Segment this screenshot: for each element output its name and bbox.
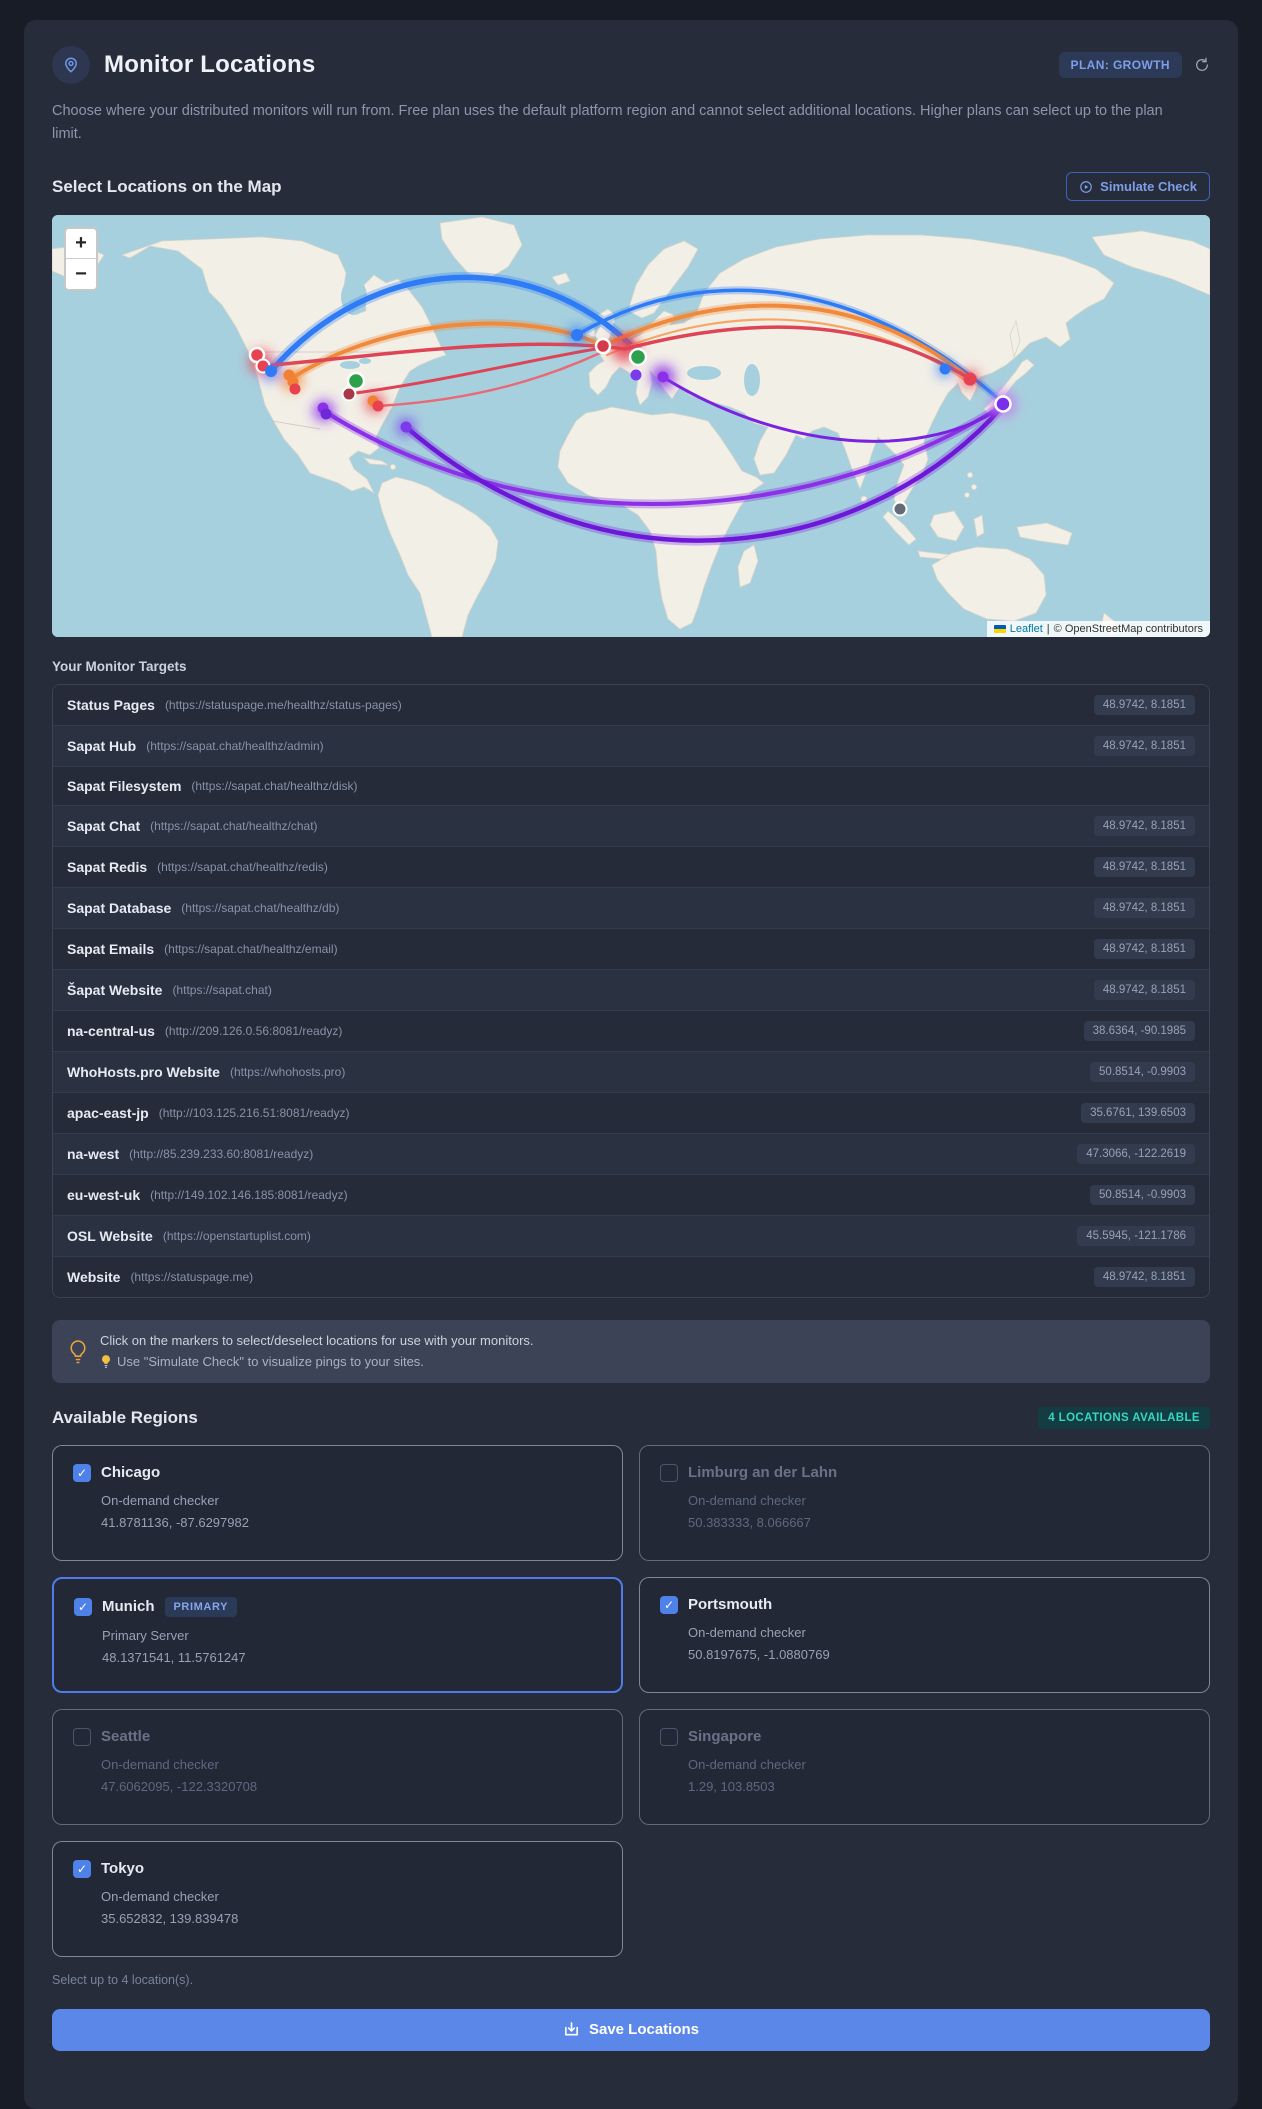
coords-badge: 48.9742, 8.1851 <box>1093 857 1195 878</box>
coords-badge: 47.3066, -122.2619 <box>1077 1144 1195 1165</box>
region-card-tokyo[interactable]: ✓ Tokyo On-demand checker 35.652832, 139… <box>52 1840 623 1957</box>
region-card-portsmouth[interactable]: ✓ Portsmouth On-demand checker 50.819767… <box>639 1576 1210 1693</box>
bulb-emoji-icon <box>102 1355 110 1369</box>
world-map[interactable]: + − Leaflet | © OpenStreetMap contributo… <box>52 215 1210 638</box>
ukraine-flag-icon <box>993 625 1006 634</box>
play-circle-icon <box>1080 181 1093 193</box>
marker-munich[interactable] <box>628 348 648 367</box>
tip-line-2: Use "Simulate Check" to visualize pings … <box>117 1353 424 1369</box>
coords-badge: 45.5945, -121.1786 <box>1077 1226 1195 1247</box>
target-row: na-west (http://85.239.233.60:8081/readyz… <box>53 1133 1209 1175</box>
marker-na-central[interactable] <box>341 386 357 402</box>
save-locations-button[interactable]: Save Locations <box>52 2008 1210 2051</box>
targets-list: Status Pages (https://statuspage.me/healt… <box>52 684 1210 1299</box>
target-row: eu-west-uk (http://149.102.146.185:8081/r… <box>53 1174 1209 1216</box>
selection-limit-note: Select up to 4 location(s). <box>52 1972 194 1987</box>
primary-badge: PRIMARY <box>164 1596 238 1617</box>
map-attribution: Leaflet | © OpenStreetMap contributors <box>986 621 1210 638</box>
coords-badge: 35.6761, 139.6503 <box>1081 1103 1195 1124</box>
target-row: Sapat Chat (https://sapat.chat/healthz/ch… <box>53 805 1209 847</box>
target-row: Website (https://statuspage.me) 48.9742, 8… <box>53 1256 1209 1298</box>
checkbox-unchecked[interactable] <box>660 1463 678 1482</box>
region-card-seattle[interactable]: Seattle On-demand checker 47.6062095, -1… <box>52 1708 623 1825</box>
map-section-title: Select Locations on the Map <box>52 176 282 196</box>
target-row: Sapat Redis (https://sapat.chat/healthz/r… <box>53 846 1209 888</box>
region-card-limburg[interactable]: Limburg an der Lahn On-demand checker 50… <box>639 1444 1210 1561</box>
checkbox-checked[interactable]: ✓ <box>73 1463 91 1482</box>
coords-badge: 48.9742, 8.1851 <box>1093 1267 1195 1288</box>
region-card-chicago[interactable]: ✓ Chicago On-demand checker 41.8781136, … <box>52 1444 623 1561</box>
coords-badge: 48.9742, 8.1851 <box>1093 980 1195 1001</box>
region-card-singapore[interactable]: Singapore On-demand checker 1.29, 103.85… <box>639 1708 1210 1825</box>
checkbox-checked[interactable]: ✓ <box>74 1597 92 1616</box>
marker-portsmouth[interactable] <box>594 338 612 355</box>
map-zoom-control: + − <box>64 227 98 292</box>
location-pin-icon <box>52 46 90 84</box>
page-header: Monitor Locations PLAN: GROWTH <box>52 46 1210 84</box>
coords-badge: 48.9742, 8.1851 <box>1093 939 1195 960</box>
coords-badge: 50.8514, -0.9903 <box>1090 1062 1195 1083</box>
target-row: WhoHosts.pro Website (https://whohosts.pr… <box>53 1051 1209 1093</box>
tip-box: Click on the markers to select/deselect … <box>52 1320 1210 1383</box>
target-row: Status Pages (https://statuspage.me/healt… <box>53 685 1209 726</box>
coords-badge: 48.9742, 8.1851 <box>1093 898 1195 919</box>
save-icon <box>564 2022 578 2036</box>
tip-line-1: Click on the markers to select/deselect … <box>100 1333 534 1349</box>
plan-badge: PLAN: GROWTH <box>1058 52 1182 78</box>
leaflet-link[interactable]: Leaflet <box>1010 623 1043 635</box>
targets-heading: Your Monitor Targets <box>52 659 187 675</box>
target-row: Sapat Emails (https://sapat.chat/healthz/… <box>53 928 1209 970</box>
page-description: Choose where your distributed monitors w… <box>52 103 1163 143</box>
target-row: Sapat Hub (https://sapat.chat/healthz/adm… <box>53 725 1209 767</box>
page-title: Monitor Locations <box>104 51 316 78</box>
region-cards-grid: ✓ Chicago On-demand checker 41.8781136, … <box>52 1444 1210 1957</box>
checkbox-checked[interactable]: ✓ <box>660 1595 678 1614</box>
coords-badge: 38.6364, -90.1985 <box>1083 1021 1195 1042</box>
checkbox-unchecked[interactable] <box>73 1727 91 1746</box>
osm-attribution: © OpenStreetMap contributors <box>1053 623 1203 636</box>
zoom-out-button[interactable]: − <box>66 259 96 290</box>
regions-heading: Available Regions <box>52 1407 198 1427</box>
checkbox-checked[interactable]: ✓ <box>73 1859 91 1878</box>
marker-tokyo[interactable] <box>994 395 1012 414</box>
coords-badge: 50.8514, -0.9903 <box>1090 1185 1195 1206</box>
zoom-in-button[interactable]: + <box>66 229 96 260</box>
coords-badge: 48.9742, 8.1851 <box>1093 816 1195 837</box>
coords-badge: 48.9742, 8.1851 <box>1093 736 1195 757</box>
target-row: OSL Website (https://openstartuplist.com)… <box>53 1215 1209 1257</box>
target-row: Sapat Filesystem (https://sapat.chat/heal… <box>53 766 1209 806</box>
refresh-icon[interactable] <box>1194 57 1210 73</box>
checkbox-unchecked[interactable] <box>660 1727 678 1746</box>
target-row: na-central-us (http://209.126.0.56:8081/r… <box>53 1010 1209 1052</box>
target-row: apac-east-jp (http://103.125.216.51:8081/… <box>53 1092 1209 1134</box>
region-card-munich[interactable]: ✓ Munich PRIMARY Primary Server 48.13715… <box>52 1576 623 1693</box>
marker-chicago[interactable] <box>346 372 366 391</box>
coords-badge: 48.9742, 8.1851 <box>1093 695 1195 716</box>
target-row: Sapat Database (https://sapat.chat/health… <box>53 887 1209 929</box>
marker-na-west[interactable] <box>265 365 277 378</box>
locations-available-badge: 4 LOCATIONS AVAILABLE <box>1038 1406 1210 1429</box>
lightbulb-icon <box>70 1339 86 1363</box>
monitor-locations-panel: Monitor Locations PLAN: GROWTH Choose wh… <box>24 20 1238 2109</box>
marker-singapore[interactable] <box>892 501 908 517</box>
simulate-check-button[interactable]: Simulate Check <box>1066 172 1210 202</box>
target-row: Šapat Website (https://sapat.chat) 48.9742… <box>53 969 1209 1011</box>
map-canvas <box>52 215 1210 638</box>
